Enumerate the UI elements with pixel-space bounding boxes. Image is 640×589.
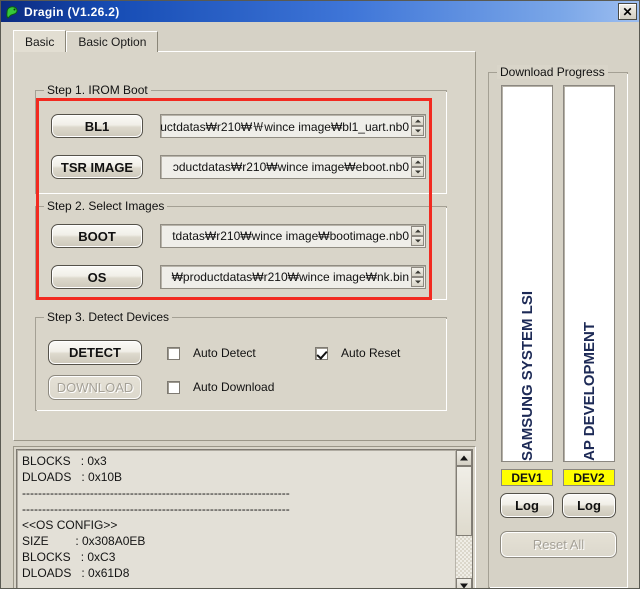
os-button[interactable]: OS <box>51 265 143 289</box>
boot-spinner-down-icon[interactable] <box>411 236 424 246</box>
download-progress-title: Download Progress <box>497 65 608 79</box>
boot-path-text[interactable]: tdatas₩r210₩wince image₩bootimage.nb0 <box>161 225 411 247</box>
auto-detect-checkbox[interactable] <box>167 346 180 360</box>
download-button[interactable]: DOWNLOAD <box>48 375 142 400</box>
log-scrollbar[interactable] <box>455 450 472 588</box>
auto-detect-label: Auto Detect <box>193 346 256 360</box>
close-button[interactable]: ✕ <box>618 3 637 20</box>
auto-detect-row[interactable]: Auto Detect <box>167 346 256 360</box>
tab-strip: Basic Basic Option <box>13 30 476 52</box>
window-title: Dragin (V1.26.2) <box>24 4 120 19</box>
auto-reset-checkbox[interactable] <box>315 346 328 360</box>
os-path-text[interactable]: ₩productdatas₩r210₩wince image₩nk.bin <box>161 266 411 288</box>
tab-basic-option[interactable]: Basic Option <box>66 31 159 52</box>
reset-all-button[interactable]: Reset All <box>500 531 617 558</box>
auto-reset-row[interactable]: Auto Reset <box>315 346 400 360</box>
dev2-log-button[interactable]: Log <box>562 493 616 518</box>
log-console-text: BLOCKS : 0x3 DLOADS : 0x10B ------------… <box>22 454 290 588</box>
group-step3-title: Step 3. Detect Devices <box>44 310 173 324</box>
tsr-image-spinner[interactable] <box>411 157 424 177</box>
boot-button[interactable]: BOOT <box>51 224 143 248</box>
tsr-spinner-up-icon[interactable] <box>411 157 424 167</box>
group-step1-title: Step 1. IROM Boot <box>44 83 151 97</box>
detect-button[interactable]: DETECT <box>48 340 142 365</box>
app-window: Dragin (V1.26.2) ✕ JK Electronics Basic … <box>0 0 640 589</box>
title-bar: Dragin (V1.26.2) ✕ <box>1 1 639 22</box>
bl1-spinner-down-icon[interactable] <box>411 126 424 136</box>
scroll-up-arrow-icon[interactable] <box>456 450 472 466</box>
os-spinner-up-icon[interactable] <box>411 267 424 277</box>
tsr-spinner-down-icon[interactable] <box>411 167 424 177</box>
auto-download-checkbox[interactable] <box>167 380 180 394</box>
log-scrollbar-track[interactable] <box>456 466 472 578</box>
auto-download-row[interactable]: Auto Download <box>167 380 274 394</box>
bl1-spinner[interactable] <box>411 116 424 136</box>
log-console-wrapper: BLOCKS : 0x3 DLOADS : 0x10B ------------… <box>13 446 476 588</box>
tsr-image-path-field[interactable]: ɔductdatas₩r210₩wince image₩eboot.nb0 <box>160 155 426 179</box>
auto-reset-label: Auto Reset <box>341 346 401 360</box>
client-area: JK Electronics Basic Basic Option Step 1… <box>1 22 639 588</box>
tsr-image-path-text[interactable]: ɔductdatas₩r210₩wince image₩eboot.nb0 <box>161 156 411 178</box>
bl1-spinner-up-icon[interactable] <box>411 116 424 126</box>
os-path-field[interactable]: ₩productdatas₩r210₩wince image₩nk.bin <box>160 265 426 289</box>
tab-basic[interactable]: Basic <box>13 30 67 52</box>
group-step2-title: Step 2. Select Images <box>44 199 168 213</box>
bl1-button[interactable]: BL1 <box>51 114 143 138</box>
auto-download-label: Auto Download <box>193 380 275 394</box>
dev1-log-button[interactable]: Log <box>500 493 554 518</box>
log-scrollbar-thumb[interactable] <box>456 466 472 536</box>
boot-path-field[interactable]: tdatas₩r210₩wince image₩bootimage.nb0 <box>160 224 426 248</box>
log-console[interactable]: BLOCKS : 0x3 DLOADS : 0x10B ------------… <box>16 449 473 588</box>
os-spinner[interactable] <box>411 267 424 287</box>
boot-spinner[interactable] <box>411 226 424 246</box>
bl1-path-text[interactable]: uctdatas₩r210₩￦wince image₩bl1_uart.nb0 <box>161 115 411 137</box>
app-icon <box>5 5 19 19</box>
tsr-image-button[interactable]: TSR IMAGE <box>51 155 143 179</box>
os-spinner-down-icon[interactable] <box>411 277 424 287</box>
boot-spinner-up-icon[interactable] <box>411 226 424 236</box>
bl1-path-field[interactable]: uctdatas₩r210₩￦wince image₩bl1_uart.nb0 <box>160 114 426 138</box>
scroll-down-arrow-icon[interactable] <box>456 578 472 588</box>
